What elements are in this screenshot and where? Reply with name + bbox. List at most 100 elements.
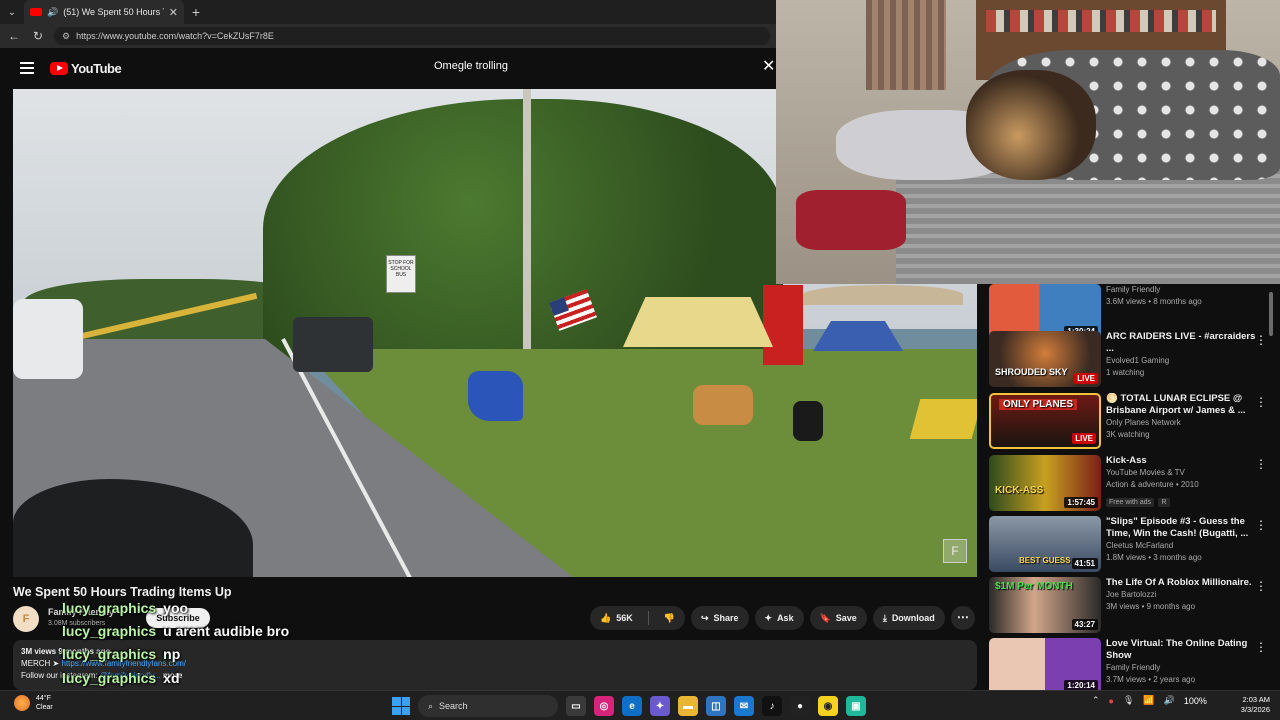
taskbar-search[interactable]: ⌕ Search xyxy=(418,695,558,717)
back-icon[interactable]: ← xyxy=(6,29,22,43)
more-options-icon[interactable]: ⋮ xyxy=(1255,579,1267,593)
download-button[interactable]: ⤓ Download xyxy=(872,606,945,630)
volume-icon[interactable]: 🔊 xyxy=(1164,695,1175,706)
utility-pole xyxy=(523,89,531,349)
browser-tab[interactable]: 🔊 (51) We Spent 50 Hours Tradi ✕ xyxy=(24,0,184,24)
tiktok-icon[interactable]: ♪ xyxy=(762,696,782,716)
rec-item[interactable]: KICK-ASS 1:57:45 Kick-Ass YouTube Movies… xyxy=(989,455,1271,511)
instagram-icon[interactable]: ◎ xyxy=(594,696,614,716)
game-app-icon[interactable]: ▣ xyxy=(846,696,866,716)
rec-item[interactable]: SHROUDED SKY LIVE ARC RAIDERS LIVE - #ar… xyxy=(989,331,1271,387)
rec-item[interactable]: 1:20:14 Love Virtual: The Online Dating … xyxy=(989,638,1271,690)
weather-widget[interactable]: 44°F Clear xyxy=(14,694,53,712)
file-explorer-icon[interactable]: ▬ xyxy=(678,696,698,716)
wifi-icon[interactable]: 📶 xyxy=(1143,695,1154,706)
more-actions-icon[interactable]: ⋯ xyxy=(950,606,975,630)
rec-thumb-text: ONLY PLANES xyxy=(999,399,1078,410)
rec-channel[interactable]: YouTube Movies & TV xyxy=(1106,467,1256,479)
search-query[interactable]: Omegle trolling xyxy=(434,60,508,72)
more-options-icon[interactable]: ⋮ xyxy=(1255,395,1267,409)
channel-watermark-icon[interactable]: F xyxy=(943,539,967,563)
task-view-icon[interactable]: ▭ xyxy=(566,696,586,716)
rec-channel[interactable]: Only Planes Network xyxy=(1106,417,1256,429)
more-options-icon[interactable]: ⋮ xyxy=(1255,640,1267,654)
site-info-icon[interactable]: ⚙ xyxy=(62,31,70,42)
new-tab-icon[interactable]: + xyxy=(184,4,208,20)
rec-thumb-text: SHROUDED SKY xyxy=(995,367,1068,377)
url-field[interactable]: ⚙ https://www.youtube.com/watch?v=CekZUs… xyxy=(54,27,770,45)
rec-title[interactable]: ARC RAIDERS LIVE - #arcraiders ... xyxy=(1106,331,1256,355)
url-text: https://www.youtube.com/watch?v=CekZUsF7… xyxy=(76,31,274,41)
youtube-logo[interactable]: YouTube xyxy=(50,61,122,76)
ask-label: Ask xyxy=(777,613,794,623)
rec-title[interactable]: The Life Of A Roblox Millionaire. xyxy=(1106,577,1256,589)
chat-text: yoo xyxy=(163,600,189,616)
chat-text: xd xyxy=(163,670,180,686)
close-tab-icon[interactable]: ✕ xyxy=(169,6,178,19)
save-label: Save xyxy=(835,613,857,623)
rec-channel[interactable]: Evolved1 Gaming xyxy=(1106,355,1256,367)
like-button[interactable]: 👍 56K xyxy=(590,606,643,630)
more-options-icon[interactable]: ⋮ xyxy=(1255,518,1267,532)
download-label: Download xyxy=(891,613,935,623)
rec-thumbnail[interactable]: 1:20:14 xyxy=(989,638,1101,690)
ask-button[interactable]: ✦ Ask xyxy=(754,606,804,630)
rec-title[interactable]: Love Virtual: The Online Dating Show xyxy=(1106,638,1256,662)
rec-title[interactable]: 🌕 TOTAL LUNAR ECLIPSE @ Brisbane Airport… xyxy=(1106,393,1256,417)
store-icon[interactable]: ◫ xyxy=(706,696,726,716)
rec-thumbnail[interactable]: SHROUDED SKY LIVE xyxy=(989,331,1101,387)
rec-stats: 3.7M views • 2 years ago xyxy=(1106,675,1196,684)
speaker-icon[interactable]: 🔊 xyxy=(47,7,58,18)
snapchat-icon[interactable]: ◉ xyxy=(818,696,838,716)
rec-item[interactable]: BEST GUESS 41:51 "Slips" Episode #3 - Gu… xyxy=(989,516,1271,572)
windows-start-icon[interactable] xyxy=(392,697,410,715)
school-bus-sign: STOP FOR SCHOOL BUS xyxy=(386,255,416,293)
clock[interactable]: 2:03 AM 3/3/2026 xyxy=(1222,695,1270,715)
scrollbar-thumb[interactable] xyxy=(1269,292,1273,336)
record-icon[interactable]: ● xyxy=(1109,696,1114,706)
rec-item[interactable]: ONLY PLANES LIVE 🌕 TOTAL LUNAR ECLIPSE @… xyxy=(989,393,1271,449)
more-options-icon[interactable]: ⋮ xyxy=(1255,333,1267,347)
clear-search-icon[interactable]: ✕ xyxy=(762,56,775,76)
edge-browser-icon[interactable]: e xyxy=(622,696,642,716)
share-button[interactable]: ↪ Share xyxy=(690,606,749,630)
chevron-up-icon[interactable]: ⌃ xyxy=(1092,695,1100,706)
rec-channel[interactable]: Family Friendly xyxy=(1106,284,1256,296)
channel-avatar[interactable]: F xyxy=(13,606,39,632)
thumbs-down-icon: 👎 xyxy=(663,612,675,623)
battery-percentage[interactable]: 100% xyxy=(1184,696,1207,706)
merch-label: MERCH ➤ xyxy=(21,659,60,668)
rec-thumbnail[interactable]: ONLY PLANES LIVE xyxy=(989,393,1101,449)
rec-channel[interactable]: Family Friendly xyxy=(1106,662,1256,674)
rec-title[interactable]: "Slips" Episode #3 - Guess the Time, Win… xyxy=(1106,516,1256,540)
rec-thumbnail[interactable]: KICK-ASS 1:57:45 xyxy=(989,455,1101,511)
share-icon: ↪ xyxy=(700,612,709,623)
rec-thumbnail[interactable]: BEST GUESS 41:51 xyxy=(989,516,1101,572)
weather-condition: Clear xyxy=(36,704,53,711)
copilot-icon[interactable]: ✦ xyxy=(650,696,670,716)
rec-duration: 41:51 xyxy=(1071,558,1098,569)
white-suv xyxy=(13,299,83,379)
taskbar-search-label: Search xyxy=(439,701,468,711)
chat-message: lucy_graphics yoo xyxy=(62,600,188,616)
chat-message: lucy_graphics xd xyxy=(62,670,180,686)
rec-item[interactable]: $1M Per MONTH 43:27 The Life Of A Roblox… xyxy=(989,577,1271,633)
rec-meta: 🌕 TOTAL LUNAR ECLIPSE @ Brisbane Airport… xyxy=(1106,393,1256,449)
rec-title[interactable]: Kick-Ass xyxy=(1106,455,1256,467)
more-options-icon[interactable]: ⋮ xyxy=(1255,457,1267,471)
rec-channel[interactable]: Cleetus McFarland xyxy=(1106,540,1256,552)
video-title: We Spent 50 Hours Trading Items Up xyxy=(13,585,232,599)
reload-icon[interactable]: ↻ xyxy=(30,29,46,43)
rec-channel[interactable]: Joe Bartolozzi xyxy=(1106,589,1256,601)
address-bar: ← ↻ ⚙ https://www.youtube.com/watch?v=Ce… xyxy=(0,24,776,48)
menu-icon[interactable] xyxy=(20,62,34,74)
recommendations-scrollbar[interactable] xyxy=(1268,284,1274,688)
alien-app-icon[interactable]: ● xyxy=(790,696,810,716)
tab-list-chevron-icon[interactable]: ⌄ xyxy=(0,7,24,18)
dislike-button[interactable]: 👎 xyxy=(654,606,685,630)
outlook-icon[interactable]: ✉ xyxy=(734,696,754,716)
save-button[interactable]: 🔖 Save xyxy=(809,606,867,630)
microphone-icon[interactable]: 🎙 xyxy=(1123,695,1134,706)
chat-message: lucy_graphics u arent audible bro xyxy=(62,623,289,639)
rec-thumbnail[interactable]: $1M Per MONTH 43:27 xyxy=(989,577,1101,633)
